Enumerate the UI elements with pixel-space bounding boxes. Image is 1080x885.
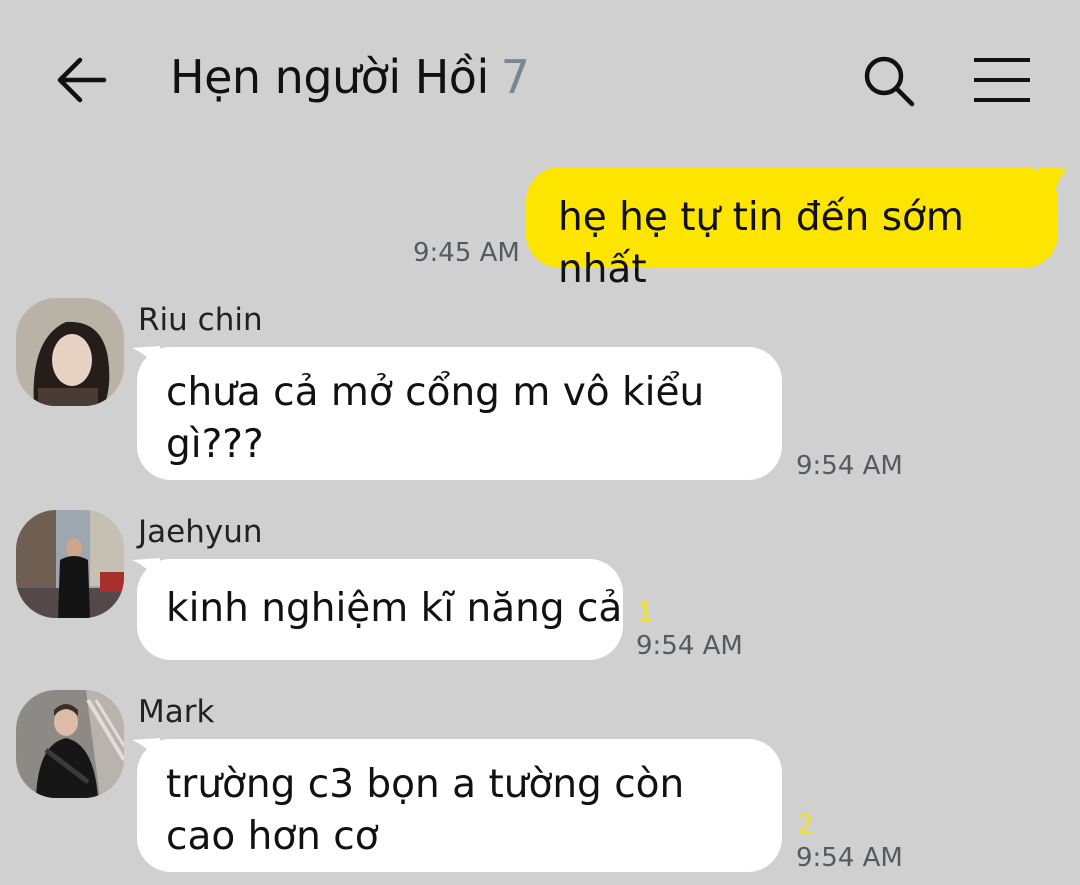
- avatar[interactable]: [16, 690, 124, 798]
- back-arrow-icon: [57, 57, 107, 103]
- chat-title: Hẹn người Hồi 7: [170, 50, 530, 104]
- avatar-image: [16, 298, 124, 406]
- search-button[interactable]: [858, 52, 920, 110]
- sender-name: Riu chin: [138, 302, 263, 338]
- chat-header: Hẹn người Hồi 7: [0, 0, 1080, 160]
- unread-count: 1: [637, 598, 654, 628]
- avatar-image: [16, 690, 124, 798]
- chat-room-name: Hẹn người Hồi: [170, 50, 489, 104]
- back-button[interactable]: [50, 52, 110, 108]
- message-bubble[interactable]: chưa cả mở cổng m vô kiểu gì???: [137, 347, 782, 480]
- message-text: chưa cả mở cổng m vô kiểu gì???: [166, 370, 705, 467]
- unread-count: 2: [797, 810, 814, 840]
- sender-name: Mark: [138, 694, 215, 730]
- search-icon: [864, 56, 915, 107]
- bubble-tail: [1040, 167, 1068, 195]
- message-text: trường c3 bọn a tường còn cao hơn cơ: [166, 762, 685, 859]
- sender-name: Jaehyun: [138, 514, 263, 550]
- menu-button[interactable]: [970, 54, 1034, 106]
- avatar[interactable]: [16, 298, 124, 406]
- member-count: 7: [500, 50, 530, 104]
- message-time: 9:54 AM: [636, 631, 743, 661]
- message-text: kinh nghiệm kĩ năng cả: [166, 586, 623, 631]
- message-bubble[interactable]: kinh nghiệm kĩ năng cả: [137, 559, 623, 660]
- message-bubble[interactable]: hẹ hẹ tự tin đến sớm nhất: [526, 167, 1058, 292]
- message-time: 9:45 AM: [413, 238, 520, 268]
- avatar[interactable]: [16, 510, 124, 618]
- message-time: 9:54 AM: [796, 843, 903, 873]
- menu-icon: [974, 58, 1030, 102]
- message-time: 9:54 AM: [796, 451, 903, 481]
- avatar-image: [16, 510, 124, 618]
- message-bubble[interactable]: trường c3 bọn a tường còn cao hơn cơ: [137, 739, 782, 872]
- message-text: hẹ hẹ tự tin đến sớm nhất: [558, 195, 964, 292]
